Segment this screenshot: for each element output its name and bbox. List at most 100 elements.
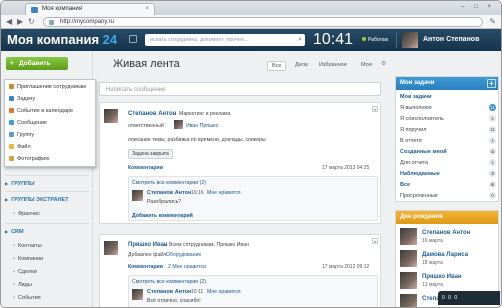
sidebar-divider bbox=[5, 191, 89, 192]
task-filter-label: Я поручил bbox=[400, 127, 427, 133]
all-comments-link[interactable]: Смотреть все комментарии (2) bbox=[132, 180, 206, 186]
notifications-icon[interactable] bbox=[129, 35, 137, 43]
sidebar-item-events[interactable]: События bbox=[13, 295, 41, 301]
browser-tab-bar: Моя компания × – □ × bbox=[1, 1, 501, 15]
arrow-icon: → bbox=[172, 111, 178, 117]
portal-logo[interactable]: Моя компания 24 bbox=[7, 32, 117, 47]
post-author-avatar[interactable] bbox=[104, 109, 118, 123]
sidebar-section-crm[interactable]: CRM bbox=[5, 229, 24, 235]
menu-item-label: Фотографию bbox=[17, 156, 50, 162]
menu-item[interactable]: Фотографию bbox=[9, 156, 49, 162]
menu-item[interactable]: Файл bbox=[9, 144, 31, 150]
sidebar-item-leads[interactable]: Лиды bbox=[13, 282, 32, 288]
post-destination[interactable]: Всем сотрудникам, Пряшко Иван bbox=[169, 242, 249, 248]
add-comment-link[interactable]: Добавить комментарий bbox=[132, 213, 193, 219]
add-task-icon[interactable]: + bbox=[487, 79, 496, 88]
comment-time: 10:11 bbox=[191, 289, 204, 295]
tab-mine[interactable]: Мои bbox=[357, 61, 376, 69]
sidebar-item-deals[interactable]: Сделки bbox=[13, 269, 37, 275]
birthday-name[interactable]: Пряшко Иван bbox=[422, 274, 462, 280]
add-dropdown-toggle[interactable] bbox=[73, 57, 85, 70]
task-filter-item[interactable]: Я соисполнитель 1 bbox=[400, 115, 496, 122]
main-content: Живая лента Все Дела Избранное Мои ⚙ Нап… bbox=[97, 51, 387, 307]
task-count-badge: 3 bbox=[489, 170, 496, 177]
birthday-avatar[interactable] bbox=[400, 272, 417, 289]
comment-avatar[interactable] bbox=[132, 289, 143, 300]
tab-favorites[interactable]: Избранное bbox=[315, 61, 351, 69]
birthday-avatar[interactable] bbox=[400, 294, 417, 307]
user-name[interactable]: Антон Степанов bbox=[423, 36, 479, 43]
task-filter-item[interactable]: Я поручил 11 bbox=[400, 126, 496, 133]
sidebar-item-franchise[interactable]: Франчис bbox=[13, 211, 40, 217]
menu-item-label: Событие в календаре bbox=[17, 108, 74, 114]
sidebar-item-companies[interactable]: Компании bbox=[13, 256, 43, 262]
likes-count[interactable]: 2 Мне нравится bbox=[168, 264, 206, 270]
added-file-label: Добавлен файл: bbox=[128, 252, 168, 258]
right-sidebar: Мои задачи + Мои задачи Я выполняю 11 Я сои… bbox=[393, 51, 501, 307]
comments-link[interactable]: Комментарии bbox=[128, 165, 163, 171]
search-icon[interactable]: ⌕ bbox=[298, 34, 302, 46]
birthday-name[interactable]: Степанов Антон bbox=[422, 230, 470, 236]
post-destination[interactable]: Маркетинг и реклама bbox=[179, 111, 230, 117]
sidebar-item-contacts[interactable]: Контакты bbox=[13, 243, 42, 249]
reload-icon[interactable]: ↻ bbox=[28, 17, 35, 27]
add-button[interactable]: + Добавить bbox=[6, 57, 68, 70]
gear-icon[interactable]: ⚙ bbox=[381, 60, 386, 67]
sidebar-section-extranet[interactable]: ГРУППЫ ЭКСТРАНЕТ bbox=[5, 197, 69, 203]
post-author[interactable]: Степанов Антон bbox=[128, 111, 176, 117]
menu-item[interactable]: Сообщение bbox=[9, 120, 47, 126]
wrench-icon[interactable]: ✎ bbox=[489, 17, 496, 26]
menu-item-icon bbox=[9, 132, 14, 137]
window-controls[interactable]: – □ × bbox=[461, 4, 495, 10]
task-filter-item[interactable]: Просроченные 0 bbox=[400, 192, 496, 199]
comment-author[interactable]: Степанов Антон bbox=[147, 289, 191, 295]
portal-header: Моя компания 24 искать сотрудника, докум… bbox=[1, 29, 501, 51]
task-filter-item[interactable]: Созданные мной 4 bbox=[400, 148, 496, 155]
sidebar-section-groups[interactable]: ГРУППЫ bbox=[5, 181, 34, 187]
menu-item-label: Сообщение bbox=[17, 120, 47, 126]
comments-block: Смотреть все комментарии (2) Степанов Ан… bbox=[128, 176, 378, 221]
task-filter-item[interactable]: Для отчета 1 bbox=[400, 159, 496, 166]
tab-tasks[interactable]: Дела bbox=[291, 61, 312, 69]
task-filter-item[interactable]: Я выполняю 11 bbox=[400, 104, 496, 111]
task-filter-item[interactable]: Все 6 bbox=[400, 181, 496, 188]
work-status[interactable]: Работаю bbox=[362, 37, 388, 43]
url-field[interactable]: http://mycompany.ru bbox=[43, 17, 483, 27]
back-icon[interactable]: ◀ bbox=[6, 17, 12, 27]
birthday-name[interactable]: Дамова Лариса bbox=[422, 252, 468, 258]
comment-author[interactable]: Степанов Антон bbox=[147, 190, 191, 196]
sidebar-divider bbox=[5, 175, 89, 176]
menu-item-label: Приглашение сотрудникам bbox=[17, 84, 86, 90]
user-avatar[interactable] bbox=[402, 32, 418, 48]
like-link[interactable]: Мне нравится bbox=[207, 289, 241, 295]
comment-time: 10:16 bbox=[191, 190, 204, 196]
chevron-down-icon[interactable]: ▾ bbox=[372, 238, 378, 244]
menu-item[interactable]: Задачу bbox=[9, 96, 35, 102]
forward-icon[interactable]: ▶ bbox=[17, 17, 23, 27]
message-input[interactable]: Написать сообщение bbox=[99, 82, 381, 96]
bottom-notification-panel[interactable]: 0 0 0 bbox=[438, 291, 500, 305]
like-link[interactable]: Мне нравится bbox=[207, 190, 241, 196]
search-input[interactable]: искать сотрудника, документ, прочее... ⌕ bbox=[145, 34, 305, 46]
menu-item[interactable]: Группу bbox=[9, 132, 34, 138]
tab-close-icon[interactable]: × bbox=[145, 4, 149, 15]
task-filter-label: Созданные мной bbox=[400, 149, 447, 155]
browser-tab[interactable]: Моя компания × bbox=[25, 3, 155, 15]
responsible-name[interactable]: Иван Пряшко bbox=[186, 123, 218, 129]
all-comments-link[interactable]: Смотреть все комментарии (2) bbox=[132, 279, 206, 285]
chevron-down-icon[interactable]: ▾ bbox=[372, 106, 378, 112]
post-author-avatar[interactable] bbox=[104, 241, 118, 255]
file-link[interactable]: Оборудование bbox=[166, 252, 201, 258]
menu-item[interactable]: Событие в календаре bbox=[9, 108, 73, 114]
menu-item[interactable]: Приглашение сотрудникам bbox=[9, 84, 86, 90]
task-filter-item[interactable]: В отчете 1 bbox=[400, 137, 496, 144]
responsible-avatar[interactable] bbox=[174, 120, 183, 129]
task-filter-item[interactable]: Наблюдаемые 3 bbox=[400, 170, 496, 177]
birthday-avatar[interactable] bbox=[400, 228, 417, 245]
tab-all[interactable]: Все bbox=[267, 61, 287, 71]
task-filter-item[interactable]: Мои задачи bbox=[400, 94, 496, 100]
clock: 10:41 bbox=[313, 31, 354, 48]
comment-avatar[interactable] bbox=[132, 190, 143, 201]
comments-link[interactable]: Комментарии bbox=[128, 264, 163, 270]
birthday-avatar[interactable] bbox=[400, 250, 417, 267]
